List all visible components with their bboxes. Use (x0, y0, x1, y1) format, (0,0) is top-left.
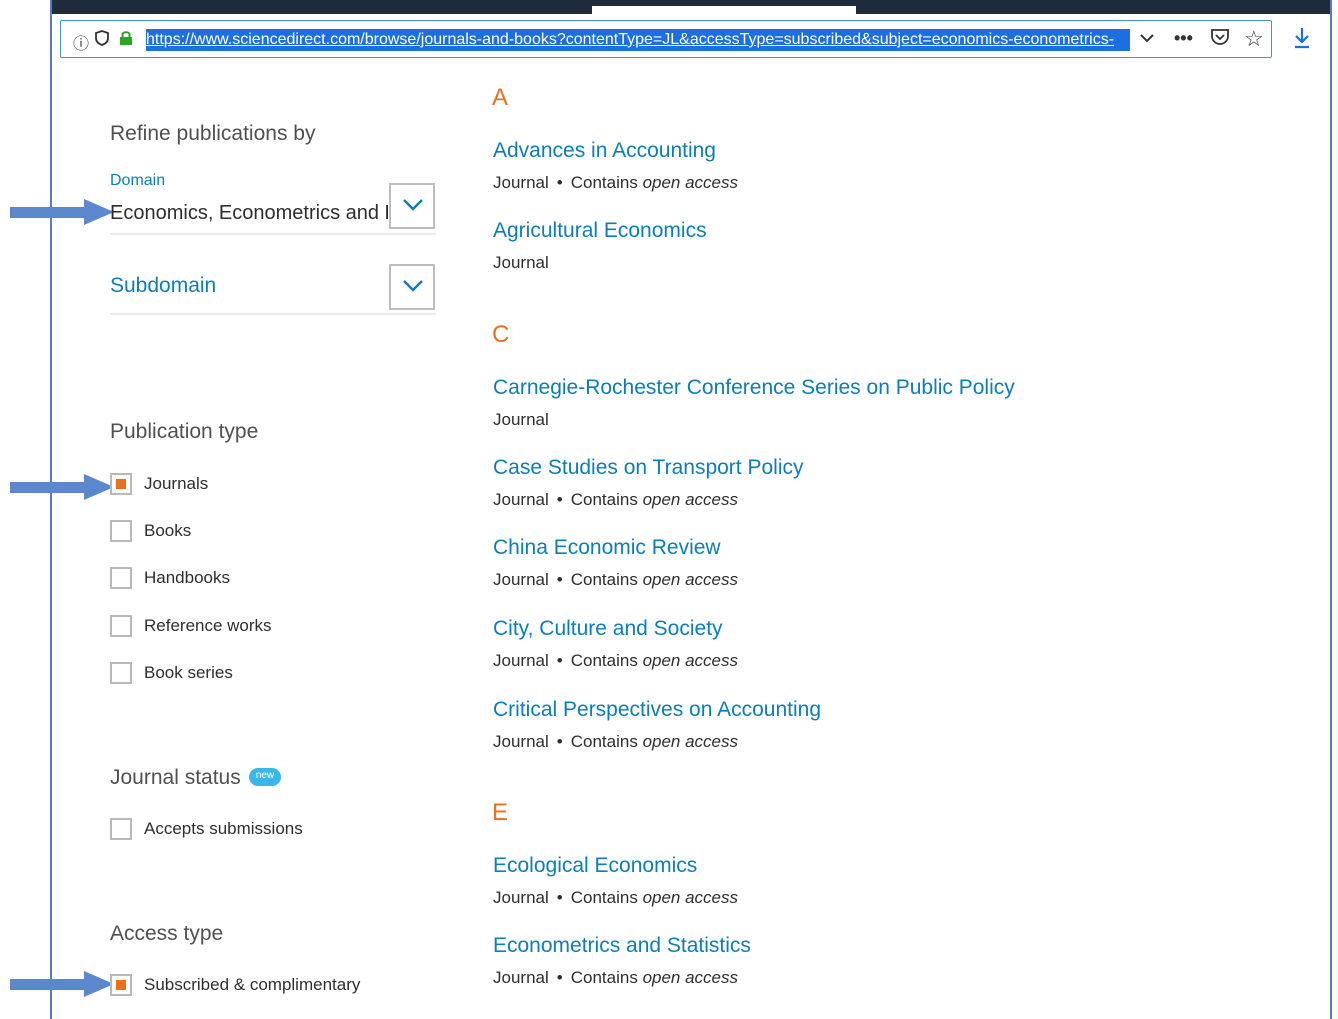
checkbox[interactable] (110, 662, 132, 684)
journal-meta: Journal (493, 410, 549, 429)
refine-heading: Refine publications by (110, 122, 316, 145)
journal-title-link[interactable]: Econometrics and Statistics (493, 934, 751, 958)
annotation-arrow (10, 474, 114, 500)
subdomain-dropdown-button[interactable] (389, 264, 435, 310)
publication-type-heading: Publication type (110, 420, 259, 443)
shield-icon[interactable] (95, 30, 109, 51)
checkbox-label: Handbooks (144, 568, 231, 587)
pocket-icon[interactable] (1210, 28, 1230, 51)
journal-title-link[interactable]: Advances in Accounting (493, 139, 716, 163)
more-options-icon[interactable]: ••• (1174, 28, 1193, 49)
checkbox-label: Book series (144, 663, 233, 682)
journal-title-link[interactable]: Ecological Economics (493, 854, 697, 878)
domain-label: Domain (110, 172, 166, 189)
lock-icon (119, 30, 133, 51)
journal-status-heading: Journal status (110, 766, 241, 789)
checkbox-label: Subscribed & complimentary (144, 975, 361, 994)
letter-heading: A (492, 84, 509, 111)
journal-meta: Journal (493, 253, 549, 272)
journal-meta: Journal • Contains open access (493, 490, 739, 509)
journal-meta: Journal • Contains open access (493, 651, 739, 670)
divider (110, 233, 436, 235)
checkbox[interactable] (110, 567, 132, 589)
url-text[interactable]: https://www.sciencedirect.com/browse/jou… (146, 29, 1130, 51)
chevron-down-icon[interactable] (1139, 28, 1155, 49)
checkbox-label: Journals (144, 474, 209, 493)
checkbox-label: Accepts submissions (144, 819, 303, 838)
domain-dropdown-button[interactable] (389, 183, 435, 229)
journal-title-link[interactable]: City, Culture and Society (493, 617, 723, 641)
checkbox-label: Reference works (144, 616, 272, 635)
letter-heading: E (492, 799, 509, 826)
annotation-arrow (10, 199, 114, 225)
domain-select-value[interactable]: Economics, Econometrics and Finance (110, 202, 388, 225)
checkbox[interactable] (110, 615, 132, 637)
chevron-down-icon (403, 280, 423, 292)
annotation-arrow (10, 971, 114, 997)
new-badge: new (249, 768, 281, 786)
journal-meta: Journal • Contains open access (493, 173, 739, 192)
tab-strip (52, 0, 1330, 16)
journal-meta: Journal • Contains open access (493, 968, 739, 987)
active-tab[interactable] (592, 6, 856, 16)
checkbox[interactable] (110, 974, 132, 996)
letter-heading: C (492, 321, 510, 348)
bookmark-star-icon[interactable]: ☆ (1244, 26, 1264, 52)
journal-meta: Journal • Contains open access (493, 888, 739, 907)
journal-title-link[interactable]: China Economic Review (493, 536, 721, 560)
subdomain-label[interactable]: Subdomain (110, 274, 216, 298)
checkbox[interactable] (110, 818, 132, 840)
journal-meta: Journal • Contains open access (493, 570, 739, 589)
divider (110, 313, 436, 315)
checkbox-label: Books (144, 521, 192, 540)
journal-title-link[interactable]: Critical Perspectives on Accounting (493, 698, 821, 722)
journal-title-link[interactable]: Agricultural Economics (493, 219, 707, 243)
checkbox[interactable] (110, 520, 132, 542)
download-icon[interactable] (1292, 26, 1312, 56)
journal-title-link[interactable]: Carnegie-Rochester Conference Series on … (493, 376, 1015, 400)
access-type-heading: Access type (110, 922, 224, 945)
journal-meta: Journal • Contains open access (493, 732, 739, 751)
journal-title-link[interactable]: Case Studies on Transport Policy (493, 456, 804, 480)
checkbox[interactable] (110, 473, 132, 495)
chevron-down-icon (403, 199, 423, 211)
info-icon[interactable]: ⓘ (73, 30, 89, 54)
